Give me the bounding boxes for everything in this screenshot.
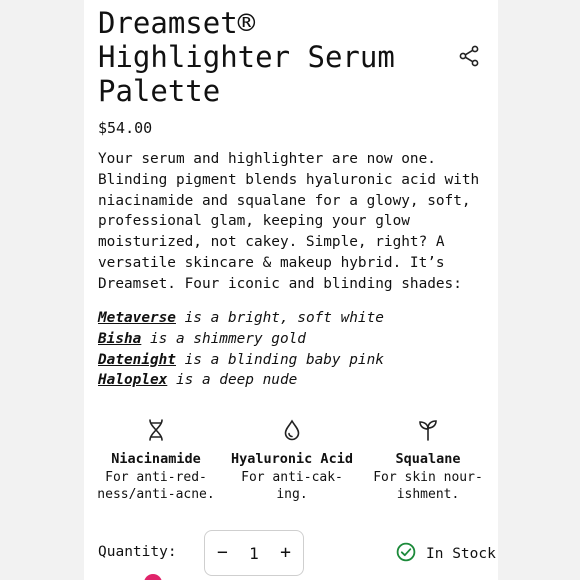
shade-item: Datenight is a blinding baby pink [98, 350, 488, 371]
feature-description: For skin nour-ishment. [373, 470, 483, 502]
feature-description: For anti-cak-ing. [241, 470, 343, 502]
quantity-value[interactable]: 1 [249, 544, 259, 563]
feature-description: For anti-red-ness/anti-acne. [97, 470, 215, 502]
share-icon[interactable] [458, 45, 480, 67]
feature-name: Niacinamide [111, 451, 201, 467]
shade-list: Metaverse is a bright, soft white Bisha … [98, 308, 488, 391]
product-price: $54.00 [98, 119, 153, 137]
sprout-icon [360, 418, 496, 442]
product-title: Dreamset® Highlighter Serum Palette [98, 6, 395, 108]
feature-squalane: Squalane For skin nour-ishment. [360, 418, 496, 503]
shade-item: Metaverse is a bright, soft white [98, 308, 488, 329]
quantity-stepper: − 1 + [204, 530, 304, 576]
shade-description: is a deep nude [167, 372, 298, 389]
product-card: Dreamset® Highlighter Serum Palette $54.… [84, 0, 498, 580]
shade-link-bisha[interactable]: Bisha [98, 331, 141, 347]
shade-description: is a bright, soft white [175, 310, 384, 326]
shade-item: Haloplex is a deep nude [98, 370, 488, 391]
shade-link-haloplex[interactable]: Haloplex [98, 372, 167, 388]
dna-icon [88, 418, 224, 442]
badge-icon [144, 574, 162, 580]
increment-button[interactable]: + [280, 544, 291, 562]
shade-item: Bisha is a shimmery gold [98, 329, 488, 350]
stock-label: In Stock [426, 546, 496, 562]
product-description: Your serum and highlighter are now one. … [98, 151, 480, 292]
shade-link-datenight[interactable]: Datenight [98, 352, 176, 368]
check-circle-icon [396, 542, 426, 566]
shade-link-metaverse[interactable]: Metaverse [98, 310, 176, 326]
stock-status: In Stock [396, 542, 496, 566]
feature-name: Hyaluronic Acid [231, 451, 353, 467]
shade-description: is a blinding baby pink [175, 351, 384, 368]
droplet-icon [224, 418, 360, 442]
decrement-button[interactable]: − [217, 544, 228, 562]
feature-niacinamide: Niacinamide For anti-red-ness/anti-acne. [88, 418, 224, 503]
ingredient-features: Niacinamide For anti-red-ness/anti-acne.… [88, 418, 498, 503]
quantity-label: Quantity: [98, 544, 177, 560]
feature-name: Squalane [395, 451, 461, 467]
shade-description: is a shimmery gold [141, 330, 306, 347]
feature-hyaluronic-acid: Hyaluronic Acid For anti-cak-ing. [224, 418, 360, 503]
